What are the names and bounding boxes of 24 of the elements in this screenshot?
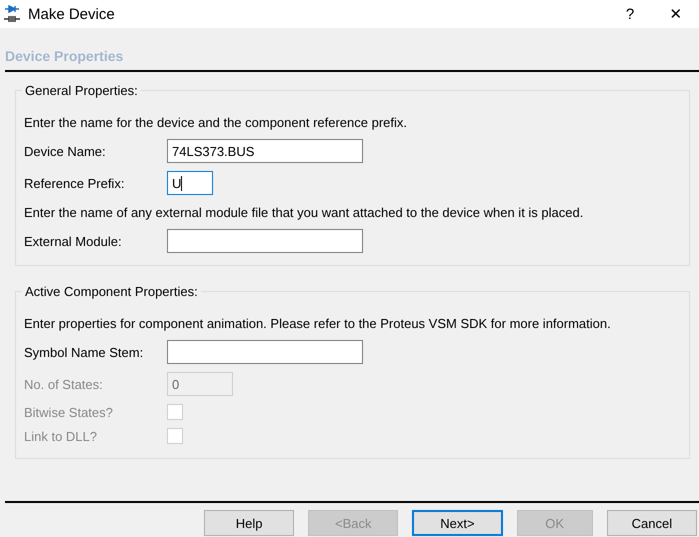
input-field[interactable] bbox=[167, 340, 363, 364]
dialog-button[interactable]: Cancel bbox=[606, 510, 697, 536]
app-icon bbox=[4, 5, 20, 23]
instruction-text: Enter the name of any external module file that you want attached to the device when it is placed. bbox=[24, 204, 584, 220]
input-field[interactable]: U bbox=[167, 171, 213, 195]
instruction-text: Enter properties for component animation. Please refer to the Proteus VSM SDK for more information. bbox=[24, 316, 611, 330]
close-button[interactable]: ✕ bbox=[653, 0, 699, 28]
input-field[interactable] bbox=[167, 229, 363, 253]
dialog-button[interactable]: Help bbox=[204, 510, 294, 536]
group-title: General Properties: bbox=[22, 83, 141, 98]
help-button[interactable]: ? bbox=[607, 0, 653, 28]
field-label: No. of States: bbox=[24, 376, 104, 392]
window-title: Make Device bbox=[28, 6, 116, 22]
checkbox-label: Link to DLL? bbox=[24, 428, 98, 444]
input-field[interactable]: 74LS373.BUS bbox=[167, 139, 363, 163]
page-title: Device Properties bbox=[4, 47, 124, 64]
field-label: Device Name: bbox=[24, 144, 107, 158]
field-label: Reference Prefix: bbox=[24, 176, 126, 190]
field-label: Symbol Name Stem: bbox=[24, 344, 144, 360]
group-title: Active Component Properties: bbox=[22, 284, 201, 299]
field-label: External Module: bbox=[24, 234, 123, 248]
checkbox-label: Bitwise States? bbox=[24, 404, 114, 420]
instruction-text: Enter the name for the device and the component reference prefix. bbox=[24, 114, 408, 130]
dialog-button[interactable]: Next> bbox=[412, 510, 503, 536]
